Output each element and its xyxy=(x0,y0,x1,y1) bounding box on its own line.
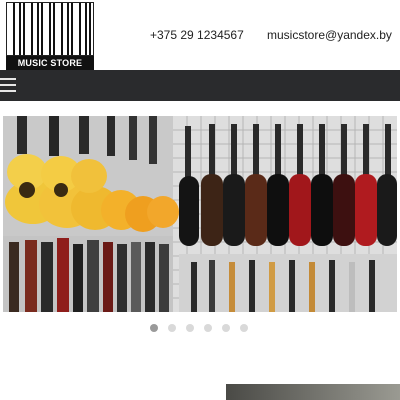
music-store-logo[interactable]: MUSIC STORE xyxy=(6,2,94,70)
slider-dot-5[interactable] xyxy=(222,324,230,332)
bottom-banner-image[interactable] xyxy=(226,384,400,400)
slider-dot-3[interactable] xyxy=(186,324,194,332)
slider-dot-1[interactable] xyxy=(150,324,158,332)
slider-pagination xyxy=(150,324,260,334)
logo-text: MUSIC STORE xyxy=(6,56,94,70)
slider-dot-2[interactable] xyxy=(168,324,176,332)
slider-dot-4[interactable] xyxy=(204,324,212,332)
navbar xyxy=(0,70,400,101)
email-address[interactable]: musicstore@yandex.by xyxy=(267,28,392,42)
image-slider[interactable] xyxy=(3,116,397,312)
piano-keys-icon xyxy=(6,2,94,56)
hamburger-menu-icon[interactable] xyxy=(0,78,18,92)
slider-dot-6[interactable] xyxy=(240,324,248,332)
guitar-wall-photo xyxy=(3,116,397,312)
header: MUSIC STORE +375 29 1234567 musicstore@y… xyxy=(0,0,400,70)
phone-number[interactable]: +375 29 1234567 xyxy=(150,28,244,42)
